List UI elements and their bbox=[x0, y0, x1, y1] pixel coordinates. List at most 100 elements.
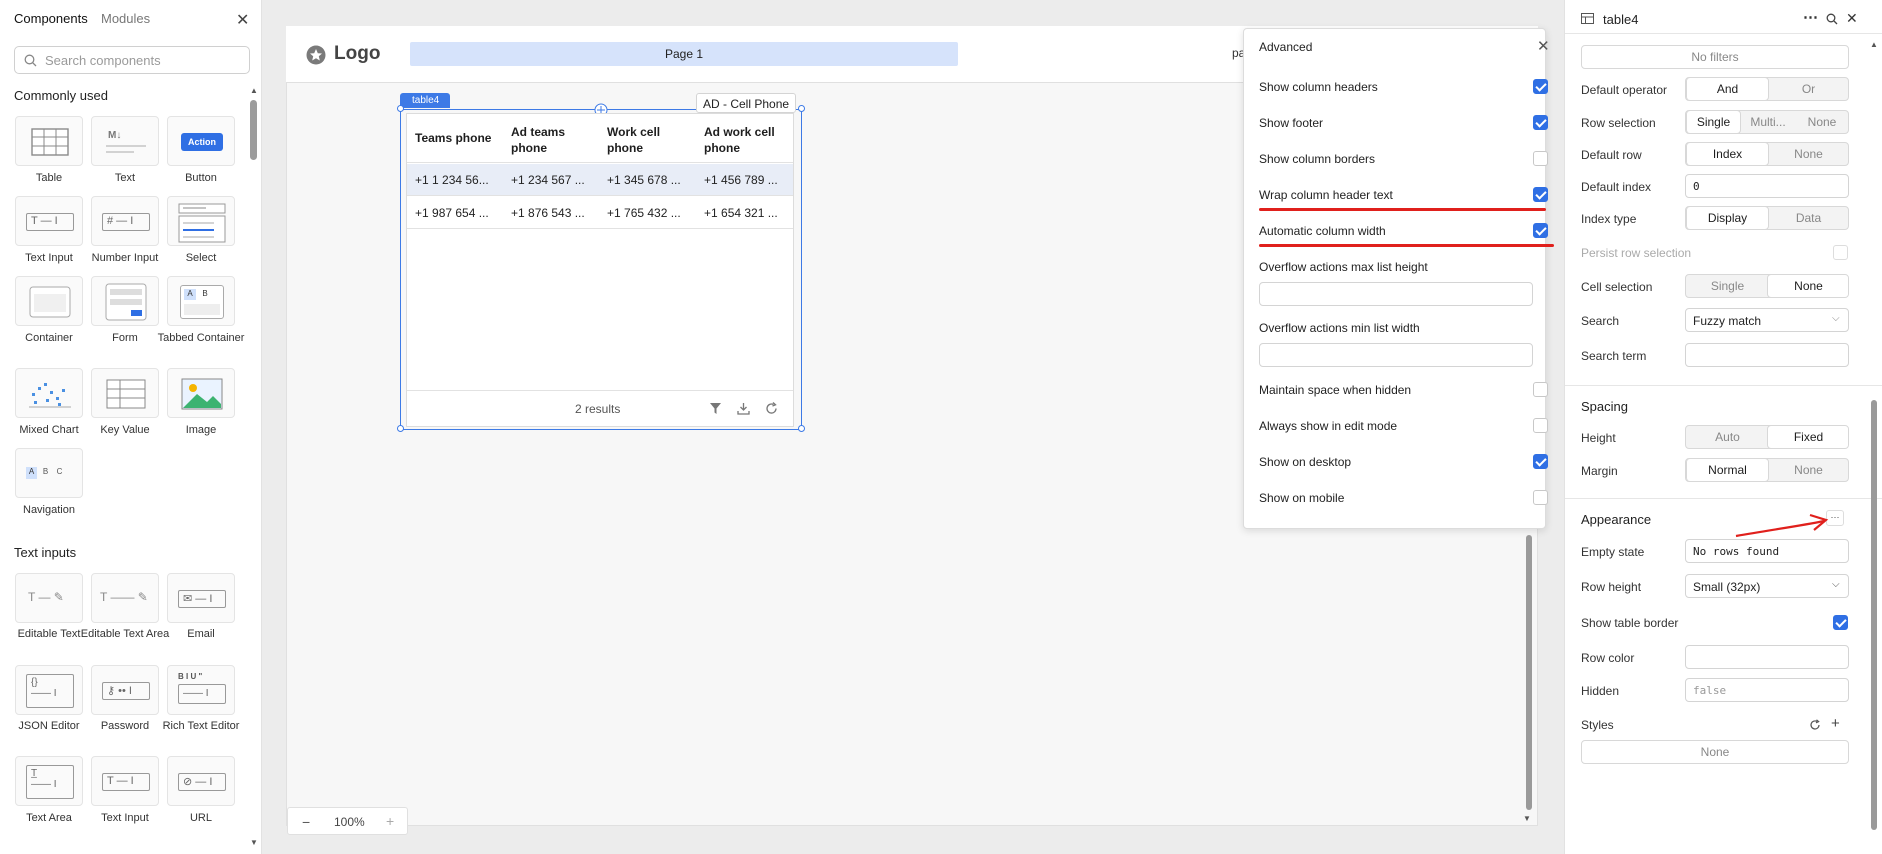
tile-form[interactable] bbox=[91, 276, 159, 326]
checkbox-show-on-mobile[interactable] bbox=[1533, 490, 1548, 505]
scroll-down-icon[interactable]: ▼ bbox=[250, 838, 258, 847]
row-height-select[interactable]: Small (32px) ⌵ bbox=[1685, 574, 1849, 598]
tile-navigation[interactable]: A B C bbox=[15, 448, 83, 498]
table-component[interactable]: Teams phone Ad teams phone Work cell phone… bbox=[406, 113, 794, 427]
tab-modules[interactable]: Modules bbox=[101, 11, 150, 26]
zoom-out-button[interactable]: − bbox=[302, 814, 310, 830]
tile-password[interactable]: ⚷ •• I bbox=[91, 665, 159, 715]
checkbox-show-column-headers[interactable] bbox=[1533, 79, 1548, 94]
option-and[interactable]: And bbox=[1687, 78, 1768, 100]
option-auto[interactable]: Auto bbox=[1687, 426, 1768, 448]
search-term-input[interactable] bbox=[1685, 343, 1849, 367]
tile-tabbed-container[interactable]: A B bbox=[167, 276, 235, 326]
column-header[interactable]: Work cell phone bbox=[607, 124, 660, 156]
search-input[interactable]: Search components bbox=[14, 46, 250, 74]
zoom-in-button[interactable]: + bbox=[386, 813, 394, 829]
canvas-scrollbar[interactable] bbox=[1526, 535, 1532, 810]
download-icon[interactable] bbox=[737, 402, 750, 415]
tile-button[interactable]: Action bbox=[167, 116, 235, 166]
resize-handle[interactable] bbox=[798, 425, 805, 432]
hidden-input[interactable]: false bbox=[1685, 678, 1849, 702]
tile-editable-text-area[interactable]: T —— ✎ bbox=[91, 573, 159, 623]
checkbox-show-footer[interactable] bbox=[1533, 115, 1548, 130]
tile-number-input[interactable]: # — I bbox=[91, 196, 159, 246]
row-selection-toggle[interactable]: Single Multi... None bbox=[1685, 110, 1849, 134]
row-color-input[interactable] bbox=[1685, 645, 1849, 669]
table-row[interactable]: +1 1 234 56... +1 234 567 ... +1 345 678… bbox=[407, 164, 793, 196]
resize-handle[interactable] bbox=[397, 105, 404, 112]
tile-mixed-chart[interactable] bbox=[15, 368, 83, 418]
tab-components[interactable]: Components bbox=[14, 11, 88, 26]
inspector-scrollbar[interactable] bbox=[1871, 400, 1877, 830]
page-tab[interactable]: Page 1 bbox=[410, 42, 958, 66]
tile-email[interactable]: ✉ — I bbox=[167, 573, 235, 623]
tile-key-value[interactable] bbox=[91, 368, 159, 418]
option-none[interactable]: None bbox=[1768, 275, 1848, 297]
search-mode-select[interactable]: Fuzzy match ⌵ bbox=[1685, 308, 1849, 332]
option-none[interactable]: None bbox=[1795, 111, 1848, 133]
option-data[interactable]: Data bbox=[1768, 207, 1848, 229]
overflow-min-width-input[interactable] bbox=[1259, 343, 1533, 367]
scroll-up-icon[interactable]: ▲ bbox=[250, 86, 258, 95]
more-icon[interactable]: ⋯ bbox=[1803, 8, 1818, 26]
tile-text[interactable]: M↓ bbox=[91, 116, 159, 166]
tile-editable-text[interactable]: T — ✎ bbox=[15, 573, 83, 623]
tile-table[interactable] bbox=[15, 116, 83, 166]
checkbox-wrap-column-header-text[interactable] bbox=[1533, 187, 1548, 202]
tile-image[interactable] bbox=[167, 368, 235, 418]
option-single[interactable]: Single bbox=[1687, 111, 1740, 133]
close-icon[interactable]: ✕ bbox=[1846, 10, 1858, 27]
scroll-up-icon[interactable]: ▲ bbox=[1870, 40, 1878, 49]
table-row[interactable]: +1 987 654 ... +1 876 543 ... +1 765 432… bbox=[407, 197, 793, 229]
resize-handle[interactable] bbox=[798, 105, 805, 112]
styles-box[interactable]: None bbox=[1581, 740, 1849, 764]
tile-url[interactable]: ⊘ — I bbox=[167, 756, 235, 806]
option-normal[interactable]: Normal bbox=[1687, 459, 1768, 481]
option-index[interactable]: Index bbox=[1687, 143, 1768, 165]
resize-handle[interactable] bbox=[397, 425, 404, 432]
option-display[interactable]: Display bbox=[1687, 207, 1768, 229]
tile-select[interactable] bbox=[167, 196, 235, 246]
overflow-max-height-input[interactable] bbox=[1259, 282, 1533, 306]
option-single[interactable]: Single bbox=[1687, 275, 1768, 297]
option-or[interactable]: Or bbox=[1768, 78, 1848, 100]
option-fixed[interactable]: Fixed bbox=[1768, 426, 1848, 448]
option-multi[interactable]: Multi... bbox=[1741, 111, 1795, 133]
height-toggle[interactable]: Auto Fixed bbox=[1685, 425, 1849, 449]
close-icon[interactable]: ✕ bbox=[1537, 37, 1550, 55]
tile-rich-text-editor[interactable]: B I U " —— I bbox=[167, 665, 235, 715]
column-header[interactable]: Teams phone bbox=[415, 130, 491, 146]
option-none[interactable]: None bbox=[1768, 143, 1848, 165]
option-none[interactable]: None bbox=[1768, 459, 1848, 481]
checkbox-automatic-column-width[interactable] bbox=[1533, 223, 1548, 238]
tile-container[interactable] bbox=[15, 276, 83, 326]
default-row-toggle[interactable]: Index None bbox=[1685, 142, 1849, 166]
margin-toggle[interactable]: Normal None bbox=[1685, 458, 1849, 482]
scroll-down-icon[interactable]: ▼ bbox=[1523, 814, 1531, 823]
cell-selection-toggle[interactable]: Single None bbox=[1685, 274, 1849, 298]
close-icon[interactable]: ✕ bbox=[236, 10, 249, 30]
tile-text-input[interactable]: T — I bbox=[15, 196, 83, 246]
tile-text-area[interactable]: T̲ —— I bbox=[15, 756, 83, 806]
empty-state-input[interactable]: No rows found bbox=[1685, 539, 1849, 563]
reset-icon[interactable] bbox=[1809, 719, 1821, 731]
no-filters-box[interactable]: No filters bbox=[1581, 45, 1849, 69]
default-operator-toggle[interactable]: And Or bbox=[1685, 77, 1849, 101]
inspector-title[interactable]: table4 bbox=[1603, 12, 1638, 27]
scrollbar[interactable] bbox=[250, 100, 257, 160]
checkbox-show-table-border[interactable] bbox=[1833, 615, 1848, 630]
checkbox-show-column-borders[interactable] bbox=[1533, 151, 1548, 166]
tile-text-input-2[interactable]: T — I bbox=[91, 756, 159, 806]
index-type-toggle[interactable]: Display Data bbox=[1685, 206, 1849, 230]
checkbox-show-on-desktop[interactable] bbox=[1533, 454, 1548, 469]
column-header[interactable]: Ad teams phone bbox=[511, 124, 565, 156]
default-index-input[interactable]: 0 bbox=[1685, 174, 1849, 198]
column-header[interactable]: Ad work cell phone bbox=[704, 124, 775, 156]
checkbox-maintain-space[interactable] bbox=[1533, 382, 1548, 397]
checkbox-persist-row-selection[interactable] bbox=[1833, 245, 1848, 260]
refresh-icon[interactable] bbox=[765, 402, 778, 415]
component-tag[interactable]: table4 bbox=[400, 93, 450, 108]
tile-json-editor[interactable]: {} —— I bbox=[15, 665, 83, 715]
search-icon[interactable] bbox=[1826, 13, 1838, 25]
checkbox-always-show-edit[interactable] bbox=[1533, 418, 1548, 433]
